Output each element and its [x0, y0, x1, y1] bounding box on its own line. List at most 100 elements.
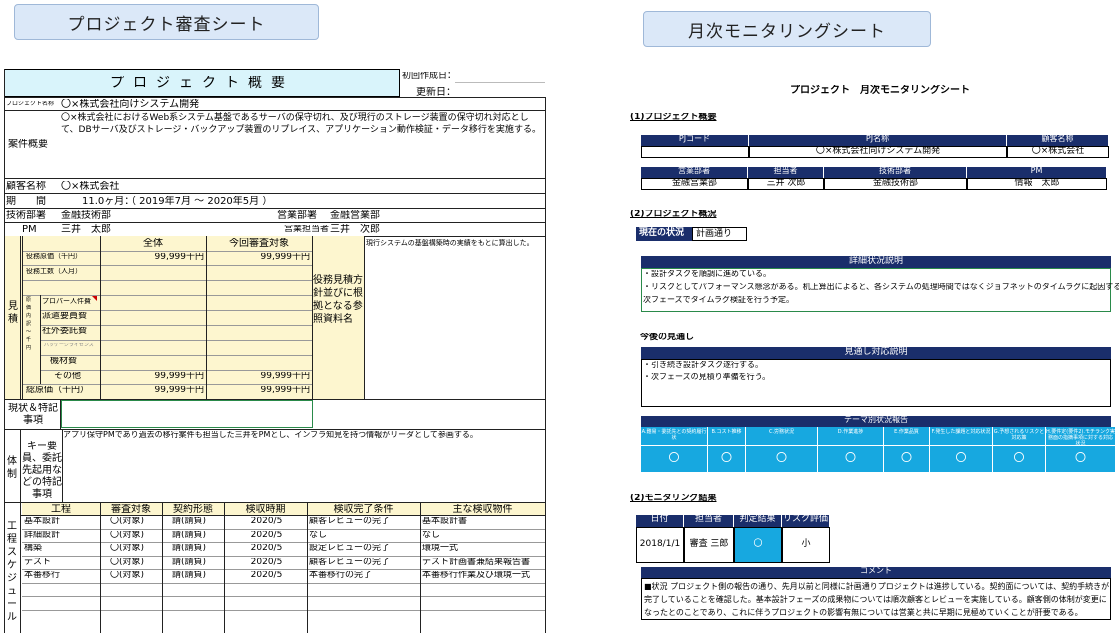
theme-mark: 〇 — [818, 446, 884, 472]
project-name-value: 〇×株式会社向けシステム開発 — [61, 99, 200, 110]
process-cell: 〇(対象) — [110, 530, 145, 540]
monitor-value: 2018/1/1 — [636, 527, 684, 563]
process-cell: 環境一式 — [422, 544, 459, 553]
process-cell: 設定レビューの完了 — [309, 544, 391, 553]
status-notes-label: 現状＆特記事項 — [8, 403, 58, 426]
detail-line-1: ・設計タスクを順調に進めている。 — [643, 270, 771, 278]
outlook-header: 見通し対応説明 — [641, 347, 1111, 359]
process-cell: 請(請負) — [172, 557, 207, 567]
project-name-label: プロジェクト名称 — [6, 101, 55, 107]
process-cell: テスト — [24, 557, 52, 567]
process-header-cell: 審査対象 — [111, 504, 151, 515]
created-date-label: 初回作成日： — [402, 72, 457, 81]
project-review-sheet-label: プロジェクト審査シート — [14, 4, 319, 40]
process-cell: 請(請負) — [172, 571, 207, 580]
pm-value: 三井 太郎 — [61, 224, 111, 235]
detail-header: 詳細状況説明 — [641, 256, 1111, 268]
theme-col-header: H.要件定(要件2).モチランク実務面の指摘事項に対する対応状況 — [1046, 427, 1116, 445]
period-label: 期 間 — [6, 196, 46, 207]
theme-mark: 〇 — [930, 446, 993, 472]
process-cell: 〇(対象) — [110, 571, 145, 580]
process-col-line — [224, 503, 225, 633]
process-header-cell: 工程 — [51, 504, 71, 515]
overview1-value: 〇×株式会社向けシステム開発 — [749, 146, 1007, 158]
theme-col-header: E.作業品質 — [884, 427, 930, 445]
process-cell: 詳細設計 — [24, 530, 61, 540]
theme-mark: 〇 — [1046, 446, 1116, 472]
estimate-price-review: 99,999千円 — [260, 253, 311, 262]
estimate-other-review: 99,999千円 — [260, 372, 311, 381]
process-cell: 2020/5 — [250, 544, 283, 553]
detail-line-3: 次フェーズでタイムラグ検証を行う予定。 — [643, 296, 795, 304]
process-header-cell: 検収完了条件 — [333, 504, 394, 515]
summary-text: 〇×株式会社におけるWeb系システム基盤であるサーバの保守切れ、及び現行のストレ… — [61, 113, 541, 135]
estimate-row-outsource: 社外委託費 — [42, 327, 88, 336]
overview2-header: 営業部署 — [641, 167, 748, 178]
process-cell: 2020/5 — [250, 517, 283, 526]
detail-line-2: ・リスクとしてパフォーマンス懸念がある。机上算出によると、各システムの処理時間で… — [643, 283, 1119, 291]
theme-mark: 〇 — [884, 446, 930, 472]
overview1-header: 顧客名称 — [1007, 135, 1109, 146]
estimate-row-other: その他 — [54, 372, 82, 381]
process-cell: 本番移行の完了 — [309, 571, 373, 580]
theme-mark: 〇 — [746, 446, 818, 472]
overview2-header: PM — [967, 167, 1107, 178]
estimate-row-equipment: 機材費 — [50, 357, 78, 366]
estimate-side-label: 見積 — [8, 301, 18, 325]
estimate-basis-label: 役務見積方針並びに根拠となる参照資料名 — [313, 275, 363, 325]
sales-dept-value: 金融営業部 — [330, 210, 380, 221]
summary-label: 案件概要 — [8, 139, 48, 150]
estimate-total-review: 99,999千円 — [260, 386, 311, 395]
pm-label: PM — [22, 224, 37, 235]
monitor-header: 判定結果 — [734, 515, 782, 527]
theme-col-header: G.予想されるリスクと対応策 — [993, 427, 1046, 445]
process-cell: 基本設計 — [24, 517, 61, 526]
section-project-status: (2)プロジェクト概況 — [630, 210, 717, 219]
theme-col-header: C.労務状況 — [746, 427, 818, 445]
process-cell: 請(請負) — [172, 517, 207, 526]
overview2-header: 技術部署 — [824, 167, 967, 178]
process-cell: 2020/5 — [250, 571, 283, 580]
theme-col-header: F.発生した課題と対応状況 — [930, 427, 993, 445]
period-range: （ 2019年7月 ～ 2020年5月 ） — [126, 196, 273, 207]
estimate-total-all: 99,999千円 — [154, 386, 205, 395]
sheet-title: プロジェクト概要 — [110, 76, 294, 91]
process-cell: 本番移行 — [24, 571, 61, 580]
overview1-header: PJ名称 — [749, 135, 1007, 146]
process-cell: 〇(対象) — [110, 557, 145, 567]
process-col-line — [100, 503, 101, 633]
process-cell: テスト計画書兼結果報告書 — [422, 557, 531, 567]
process-cell: 〇(対象) — [110, 544, 145, 553]
estimate-other-all: 99,999千円 — [154, 372, 205, 381]
estimate-sub-label: 原価内訳～千円 — [26, 297, 32, 351]
section-monitoring-result: (2)モニタリング結果 — [630, 494, 717, 503]
overview2-header: 担当者 — [748, 167, 824, 178]
theme-col-header: B.コスト推移 — [708, 427, 746, 445]
estimate-row-price: 役務原価（千円） — [26, 253, 82, 260]
customer-value: 〇×株式会社 — [61, 181, 120, 192]
outlook-line-2: ・次フェーズの見積り準備を行う。 — [643, 373, 771, 381]
team-key-label: キー要員、委託先起用などの特記事項 — [22, 441, 62, 500]
process-cell: 〇(対象) — [110, 517, 145, 526]
process-col-line — [307, 503, 308, 633]
tech-dept-label: 技術部署 — [6, 210, 46, 221]
sales-rep-value: 三井 次郎 — [330, 224, 380, 235]
comment-text: ■状況 プロジェクト側の報告の通り、先月以前と同様に計画通りプロジェクトは進捗し… — [644, 582, 1110, 617]
theme-mark: 〇 — [641, 446, 708, 472]
process-header-cell: 契約形態 — [173, 504, 213, 515]
monitor-header: 日付 — [636, 515, 684, 527]
estimate-row-total: 総原価（千円） — [26, 386, 90, 395]
estimate-basis-text: 現行システムの基盤構築時の実績をもとに算出した。 — [366, 239, 534, 247]
overview2-value: 金融技術部 — [824, 178, 967, 190]
monitor-header: リスク評価 — [782, 515, 830, 527]
overview2-value: 金融営業部 — [641, 178, 748, 190]
sales-dept-label: 営業部署 — [277, 210, 317, 221]
process-cell: なし — [422, 530, 441, 540]
process-cell: 顧客レビューの完了 — [309, 517, 391, 526]
process-cell: 顧客レビューの完了 — [309, 557, 391, 567]
comment-marker-icon — [92, 296, 97, 301]
tech-dept-value: 金融技術部 — [61, 210, 111, 221]
status-notes-field[interactable] — [61, 400, 313, 428]
process-header-cell: 主な検収物件 — [452, 504, 513, 515]
estimate-row-workload: 役務工数（人月） — [26, 268, 82, 275]
